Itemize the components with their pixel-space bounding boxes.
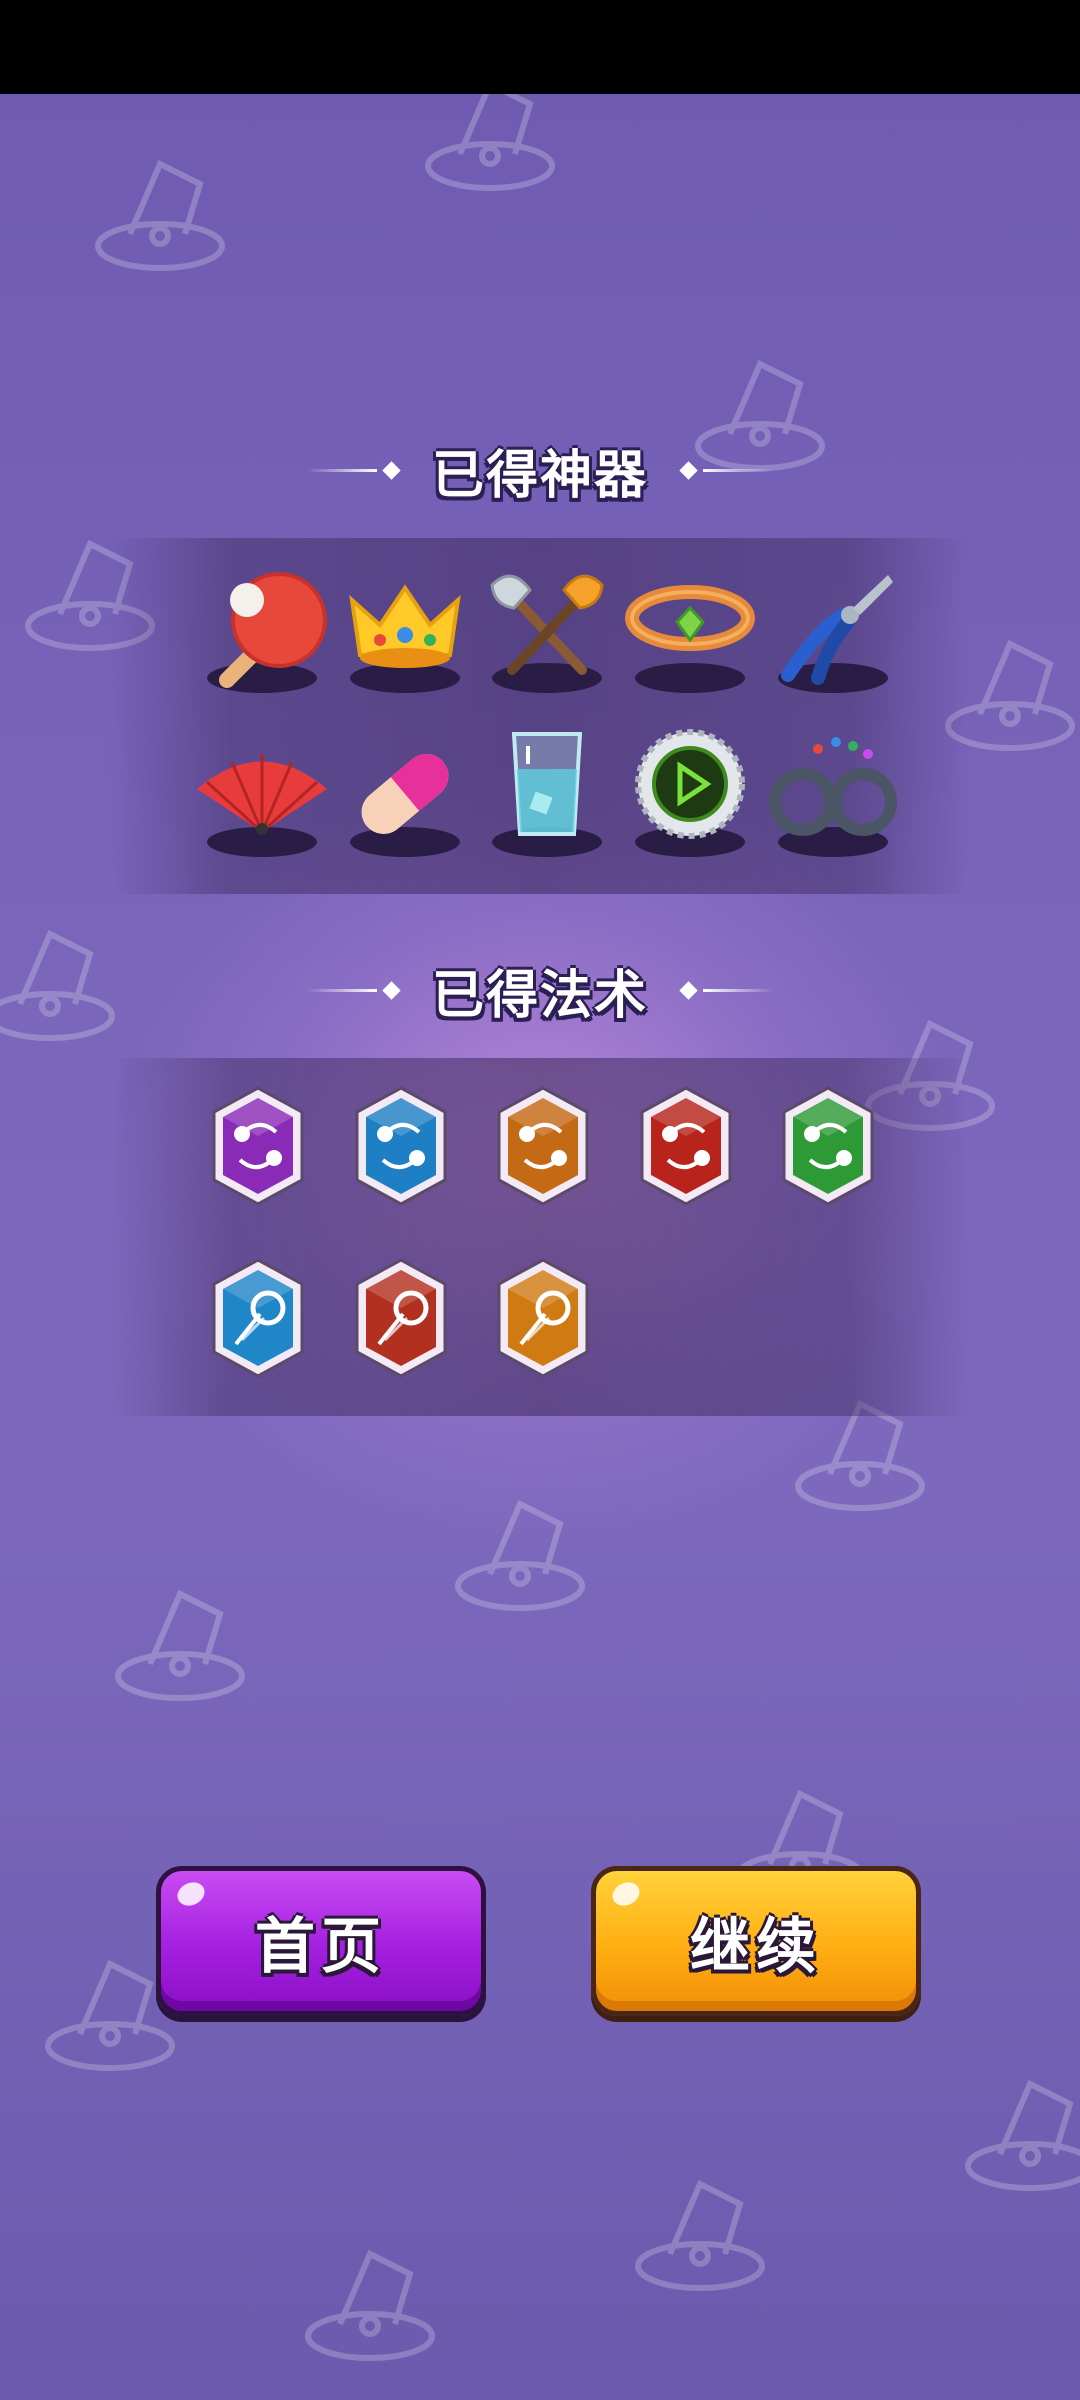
title-decoration-left: [306, 980, 406, 1000]
witch-hat-pattern-icon: [305, 2249, 435, 2361]
crown-icon[interactable]: [330, 560, 480, 700]
orbit-spell-icon[interactable]: [493, 1084, 593, 1208]
witch-hat-pattern-icon: [455, 1499, 585, 1611]
spells-panel: [110, 1058, 970, 1416]
pill-capsule-icon[interactable]: [330, 724, 480, 864]
title-decoration-right: [674, 980, 773, 1000]
witch-hat-pattern-icon: [115, 1589, 245, 1701]
gem-ring-icon[interactable]: [615, 560, 765, 700]
orbit-spell-icon[interactable]: [636, 1084, 736, 1208]
witch-hat-pattern-icon: [95, 159, 225, 271]
spells-title: 已得法术: [431, 965, 648, 1026]
comet-spell-icon[interactable]: [493, 1256, 593, 1380]
folding-fan-icon[interactable]: [187, 724, 337, 864]
continue-button[interactable]: 继续: [591, 1866, 921, 2016]
pliers-icon[interactable]: [758, 560, 908, 700]
glass-of-water-icon[interactable]: [472, 724, 622, 864]
comet-spell-icon[interactable]: [208, 1256, 308, 1380]
handcuffs-icon[interactable]: [758, 724, 908, 864]
button-shine: [173, 1878, 209, 1910]
orbit-spell-icon[interactable]: [778, 1084, 878, 1208]
continue-button-label: 继续: [690, 1911, 822, 1982]
ping-pong-paddle-icon[interactable]: [187, 560, 337, 700]
witch-hat-pattern-icon: [635, 2179, 765, 2291]
witch-hat-pattern-icon: [965, 2079, 1080, 2191]
comet-spell-icon[interactable]: [351, 1256, 451, 1380]
bottle-cap-icon[interactable]: [615, 724, 765, 864]
home-button-label: 首页: [255, 1911, 387, 1982]
button-shine: [608, 1878, 644, 1910]
status-bar: [0, 0, 1080, 94]
orbit-spell-icon[interactable]: [351, 1084, 451, 1208]
artifacts-section-header: 已得神器: [0, 430, 1080, 510]
orbit-spell-icon[interactable]: [208, 1084, 308, 1208]
title-decoration-left: [306, 460, 406, 480]
home-button[interactable]: 首页: [156, 1866, 486, 2016]
witch-hat-pattern-icon: [425, 94, 555, 191]
title-decoration-right: [674, 460, 773, 480]
spells-section-header: 已得法术: [0, 950, 1080, 1030]
crossed-axes-icon[interactable]: [472, 560, 622, 700]
artifacts-title: 已得神器: [431, 445, 648, 506]
artifacts-panel: [110, 538, 970, 894]
